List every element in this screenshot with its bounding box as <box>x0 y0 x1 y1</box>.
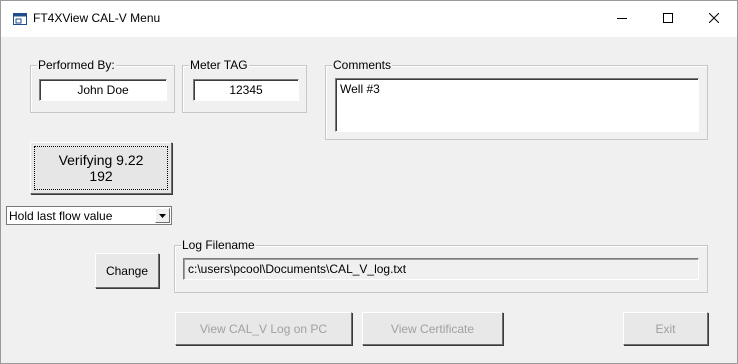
comments-label: Comments <box>332 58 393 72</box>
minimize-icon <box>617 12 627 26</box>
meter-tag-group: Meter TAG 12345 <box>182 58 307 113</box>
app-icon <box>13 13 27 25</box>
cal-v-menu-window: FT4XView CAL-V Menu Performed By: John D… <box>0 0 738 364</box>
performed-by-group: Performed By: John Doe <box>30 58 175 113</box>
comments-field[interactable]: Well #3 <box>335 78 699 132</box>
verify-button-status: Verifying 9.22 <box>58 152 144 168</box>
meter-tag-label: Meter TAG <box>189 58 249 72</box>
view-log-button[interactable]: View CAL_V Log on PC <box>175 312 352 345</box>
chevron-down-icon[interactable] <box>155 208 170 223</box>
verify-button[interactable]: Verifying 9.22 192 <box>30 142 172 194</box>
title-bar[interactable]: FT4XView CAL-V Menu <box>1 1 737 37</box>
close-icon <box>708 12 720 26</box>
exit-button[interactable]: Exit <box>623 312 708 345</box>
flow-mode-select[interactable]: Hold last flow value <box>6 206 172 225</box>
log-filename-field[interactable]: c:\users\pcool\Documents\CAL_V_log.txt <box>183 258 699 280</box>
meter-tag-field[interactable]: 12345 <box>193 79 299 101</box>
change-button[interactable]: Change <box>95 253 159 288</box>
maximize-button[interactable] <box>645 1 691 37</box>
log-filename-label: Log Filename <box>181 238 256 252</box>
view-certificate-button[interactable]: View Certificate <box>362 312 503 345</box>
close-button[interactable] <box>691 1 737 37</box>
performed-by-field[interactable]: John Doe <box>39 79 167 101</box>
minimize-button[interactable] <box>599 1 645 37</box>
flow-mode-selected: Hold last flow value <box>9 209 113 223</box>
comments-group: Comments Well #3 <box>325 58 708 140</box>
performed-by-label: Performed By: <box>37 58 116 72</box>
log-filename-group: Log Filename c:\users\pcool\Documents\CA… <box>174 238 708 293</box>
maximize-icon <box>663 12 673 26</box>
window-title: FT4XView CAL-V Menu <box>33 11 161 25</box>
verify-button-count: 192 <box>89 168 113 184</box>
